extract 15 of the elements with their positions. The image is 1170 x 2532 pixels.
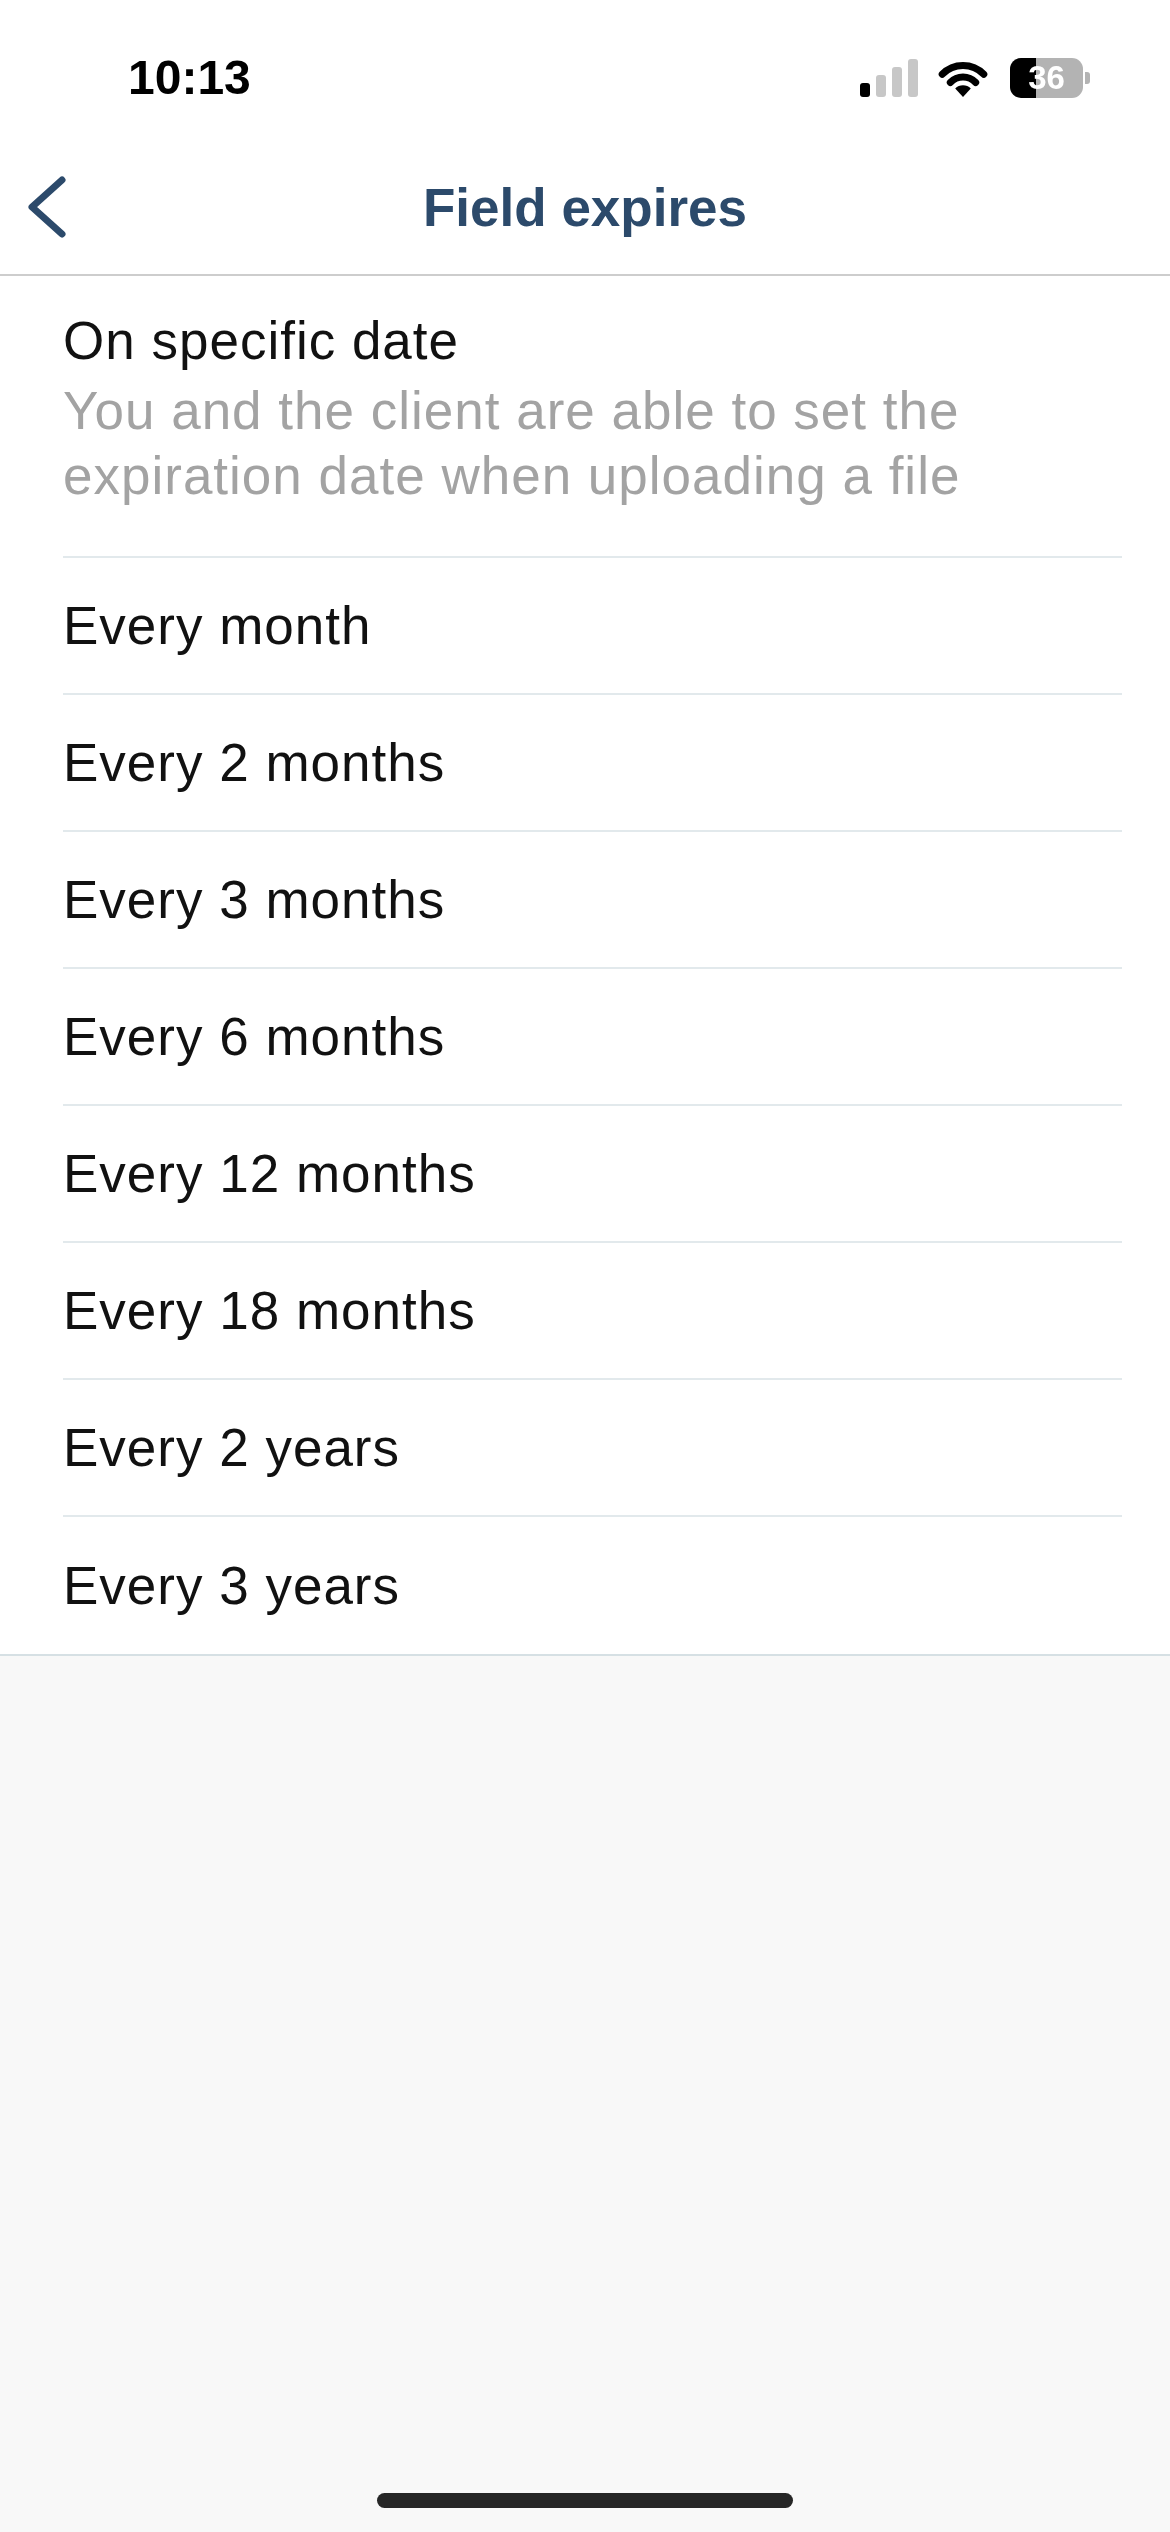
wifi-icon <box>938 59 988 97</box>
option-row[interactable]: Every 3 years <box>63 1517 1122 1654</box>
option-row[interactable]: On specific date You and the client are able to set the expiration date when uploading a file <box>63 276 1122 558</box>
option-row[interactable]: Every 18 months <box>63 1243 1122 1380</box>
option-row[interactable]: Every 2 months <box>63 695 1122 832</box>
option-row[interactable]: Every 2 years <box>63 1380 1122 1517</box>
status-time: 10:13 <box>128 54 251 102</box>
option-row[interactable]: Every 3 months <box>63 832 1122 969</box>
back-button[interactable] <box>27 176 67 238</box>
option-row[interactable]: Every 12 months <box>63 1106 1122 1243</box>
chevron-left-icon <box>27 176 67 238</box>
signal-icon <box>860 59 918 97</box>
option-description: You and the client are able to set the expiration date when uploading a file <box>63 380 962 507</box>
option-row[interactable]: Every 6 months <box>63 969 1122 1106</box>
option-row[interactable]: Every month <box>63 558 1122 695</box>
